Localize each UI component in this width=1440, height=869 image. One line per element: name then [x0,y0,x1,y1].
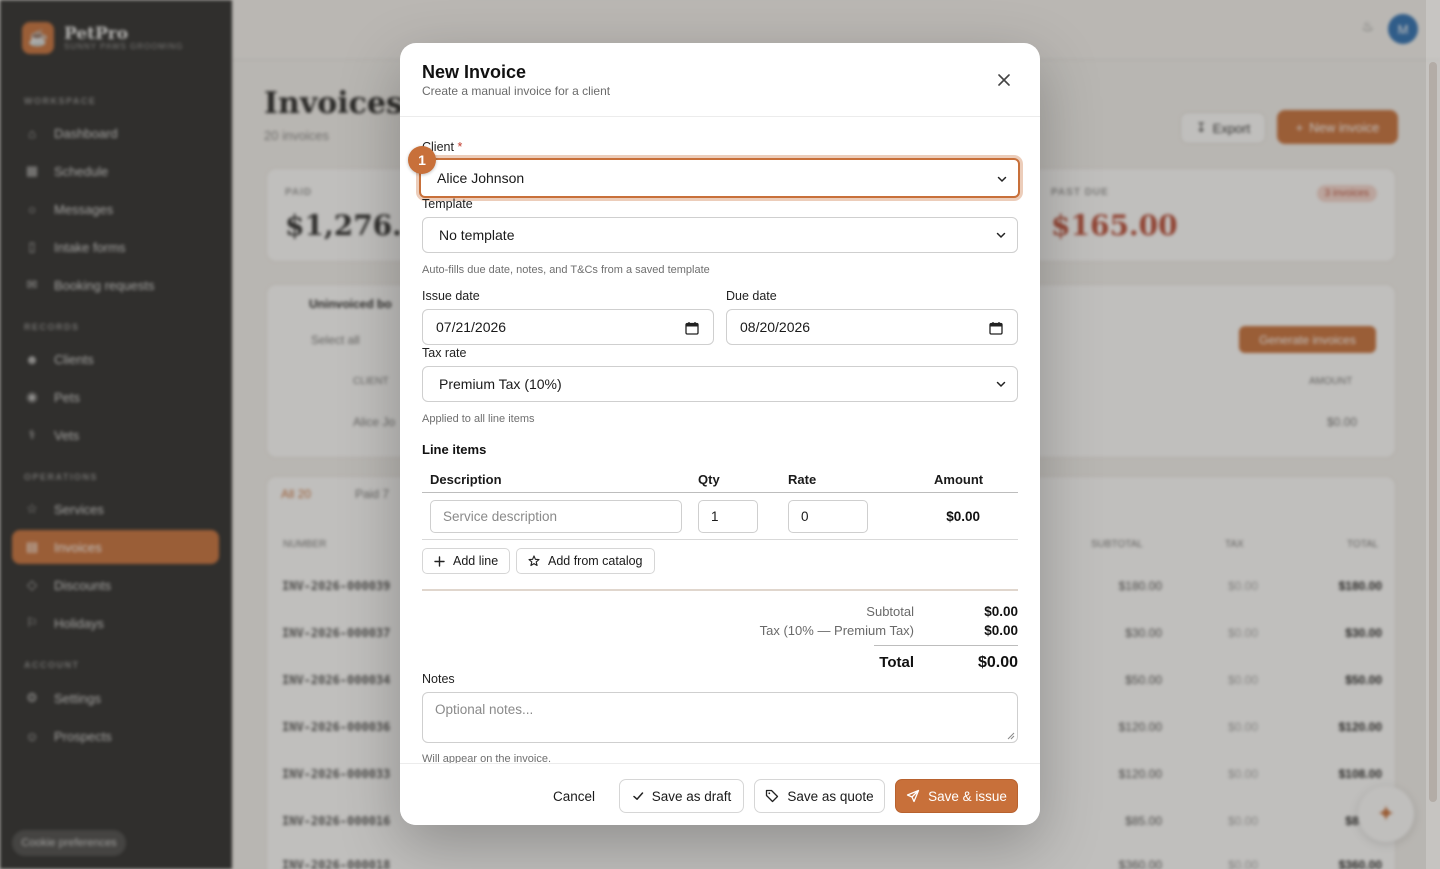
notes-textarea[interactable]: Optional notes... [422,692,1018,743]
template-select-value: No template [439,227,515,243]
step-number-badge: 1 [408,146,436,174]
check-icon [632,792,643,800]
resize-handle-icon[interactable] [1007,732,1015,740]
required-mark: * [457,140,463,154]
chevron-down-icon [996,381,1006,388]
save-as-draft-label: Save as draft [651,788,732,804]
tax-rate-select[interactable]: Premium Tax (10%) [422,366,1018,402]
chevron-down-icon [997,176,1007,183]
total-label: Total [879,654,914,671]
notes-label: Notes [422,672,455,686]
column-header-qty: Qty [698,472,720,487]
totals-divider [422,589,1018,591]
rate-input[interactable]: 0 [788,500,868,533]
add-from-catalog-button[interactable]: Add from catalog [516,548,655,574]
calendar-icon [685,322,699,335]
calendar-icon [989,322,1003,335]
total-divider [874,645,1018,646]
save-as-draft-button[interactable]: Save as draft [619,779,744,813]
close-icon [998,74,1010,86]
subtotal-label: Subtotal [866,604,914,619]
add-line-button[interactable]: Add line [422,548,511,574]
add-from-catalog-label: Add from catalog [548,554,643,568]
dialog-title: New Invoice [422,62,527,82]
star-icon [528,555,540,567]
due-date-label: Due date [726,289,777,303]
tag-icon [766,789,779,803]
line-items-header-divider [422,492,1018,493]
due-date-value: 08/20/2026 [740,319,811,335]
dialog-footer: Cancel Save as draft Save as quote Save … [400,763,1040,825]
save-and-issue-button[interactable]: Save & issue [895,779,1018,813]
total-value: $0.00 [977,654,1018,671]
plus-icon [434,555,445,567]
line-items-title: Line items [422,442,487,457]
column-header-description: Description [430,472,502,487]
chevron-down-icon [996,232,1006,239]
issue-date-value: 07/21/2026 [436,319,507,335]
notes-placeholder: Optional notes... [435,702,534,717]
template-select[interactable]: No template [422,217,1018,253]
client-select[interactable]: Alice Johnson [419,158,1020,198]
template-helper-text: Auto-fills due date, notes, and T&Cs fro… [422,264,710,276]
scrollbar-thumb[interactable] [1429,62,1437,802]
cancel-button[interactable]: Cancel [540,779,608,813]
subtotal-value: $0.00 [984,604,1018,619]
line-items-divider [422,539,1018,540]
tax-rate-select-value: Premium Tax (10%) [439,376,562,392]
send-icon [906,789,920,803]
add-line-label: Add line [453,554,499,568]
tax-label: Tax (10% — Premium Tax) [759,623,914,638]
column-header-amount: Amount [934,472,984,487]
save-as-quote-label: Save as quote [787,788,874,804]
tax-value: $0.00 [984,623,1018,638]
tax-rate-label: Tax rate [422,346,467,360]
issue-date-label: Issue date [422,289,480,303]
dialog-header: New Invoice Create a manual invoice for … [400,43,1040,117]
save-as-quote-button[interactable]: Save as quote [754,779,885,813]
new-invoice-dialog: New Invoice Create a manual invoice for … [400,43,1040,825]
save-and-issue-label: Save & issue [928,788,1007,804]
service-description-input[interactable]: Service description [430,500,682,533]
template-label: Template [422,197,473,211]
qty-input[interactable]: 1 [698,500,758,533]
client-select-value: Alice Johnson [437,170,525,186]
due-date-input[interactable]: 08/20/2026 [726,309,1018,345]
close-button[interactable] [994,70,1014,90]
page-scrollbar[interactable] [1426,0,1440,869]
tax-rate-helper-text: Applied to all line items [422,413,535,425]
column-header-rate: Rate [788,472,817,487]
issue-date-input[interactable]: 07/21/2026 [422,309,714,345]
dialog-subtitle: Create a manual invoice for a client [422,84,611,98]
line-amount: $0.00 [946,509,980,524]
